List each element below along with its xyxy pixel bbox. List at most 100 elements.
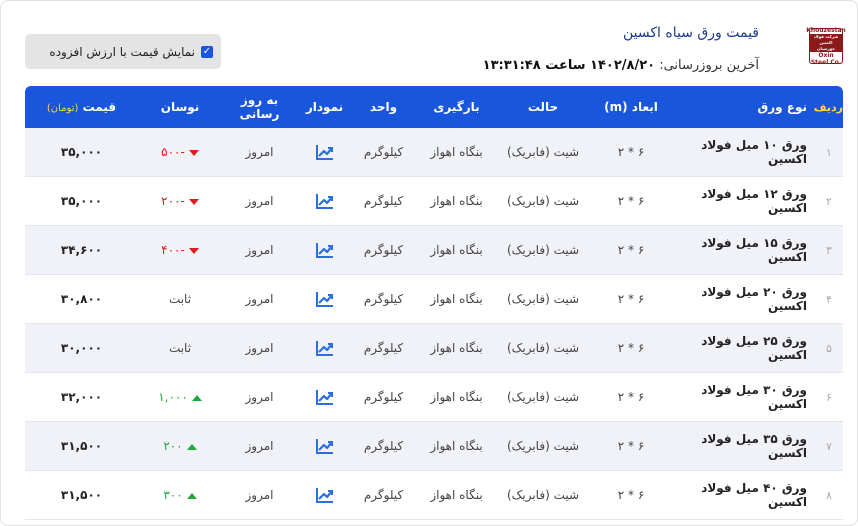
row-type[interactable]: ورق ۳۵ میل فولاد اکسین	[674, 432, 815, 460]
row-chart[interactable]	[297, 192, 352, 210]
row-state: شیت (فابریک)	[506, 488, 580, 502]
triangle-up-icon	[191, 394, 202, 401]
row-chart[interactable]	[297, 486, 352, 504]
row-type[interactable]: ورق ۱۲ میل فولاد اکسین	[674, 187, 815, 215]
row-change-value: ۲۰۰	[163, 439, 183, 453]
row-dimension: ۶ * ۲	[617, 488, 645, 502]
row-change-value: ۱,۰۰۰	[158, 390, 188, 404]
row-chart[interactable]	[297, 339, 352, 357]
row-update: امروز	[245, 488, 274, 502]
row-unit: کیلوگرم	[363, 145, 404, 159]
header-price-label: قیمت	[82, 100, 117, 114]
row-type[interactable]: ورق ۲۵ میل فولاد اکسین	[674, 334, 815, 362]
trend-chart-icon[interactable]	[315, 388, 335, 406]
row-loading: بنگاه اهواز	[430, 341, 483, 355]
row-price: ۳۵,۰۰۰	[60, 145, 103, 159]
trend-chart-icon[interactable]	[315, 192, 335, 210]
row-price: ۳۰,۰۰۰	[60, 341, 103, 355]
row-chart[interactable]	[297, 437, 352, 455]
header-change: نوسان	[160, 100, 200, 114]
row-dimension: ۶ * ۲	[617, 341, 645, 355]
row-update: امروز	[245, 145, 274, 159]
row-state: شیت (فابریک)	[506, 390, 580, 404]
header-price: قیمت (تومان)	[25, 100, 138, 114]
table-row: ۷ ورق ۳۵ میل فولاد اکسین ۶ * ۲ شیت (فابر…	[25, 422, 843, 471]
brand-logo: Khouzestan شرکت فولاد اکسین خوزستان Oxin…	[806, 26, 846, 66]
row-index: ۴	[826, 292, 832, 306]
row-price: ۳۱,۵۰۰	[60, 439, 103, 453]
table-row: ۳ ورق ۱۵ میل فولاد اکسین ۶ * ۲ شیت (فابر…	[25, 226, 843, 275]
row-change: -۵۰۰	[138, 145, 222, 159]
vat-toggle[interactable]: نمایش قیمت با ارزش افزوده ✓	[25, 34, 221, 69]
page-title: قیمت ورق سیاه اکسین	[623, 25, 759, 41]
row-price: ۳۰,۸۰۰	[60, 292, 103, 306]
trend-chart-icon[interactable]	[315, 290, 335, 308]
row-change-value: ثابت	[168, 292, 192, 306]
trend-chart-icon[interactable]	[315, 143, 335, 161]
header-unit: واحد	[369, 100, 398, 114]
row-loading: بنگاه اهواز	[430, 390, 483, 404]
row-index: ۷	[826, 439, 832, 453]
trend-chart-icon[interactable]	[315, 339, 335, 357]
row-loading: بنگاه اهواز	[430, 243, 483, 257]
row-chart[interactable]	[297, 143, 352, 161]
row-loading: بنگاه اهواز	[430, 194, 483, 208]
row-state: شیت (فابریک)	[506, 243, 580, 257]
triangle-down-icon	[188, 149, 199, 156]
row-type[interactable]: ورق ۲۰ میل فولاد اکسین	[674, 285, 815, 313]
trend-chart-icon[interactable]	[315, 437, 335, 455]
row-update: امروز	[245, 243, 274, 257]
row-dimension: ۶ * ۲	[617, 390, 645, 404]
price-card: Khouzestan شرکت فولاد اکسین خوزستان Oxin…	[0, 0, 858, 526]
triangle-down-icon	[188, 247, 199, 254]
row-chart[interactable]	[297, 290, 352, 308]
row-change: -۲۰۰	[138, 194, 222, 208]
table-row: ۱ ورق ۱۰ میل فولاد اکسین ۶ * ۲ شیت (فابر…	[25, 128, 843, 177]
row-unit: کیلوگرم	[363, 439, 404, 453]
row-state: شیت (فابریک)	[506, 194, 580, 208]
row-state: شیت (فابریک)	[506, 145, 580, 159]
row-update: امروز	[245, 292, 274, 306]
row-type[interactable]: ورق ۳۰ میل فولاد اکسین	[674, 383, 815, 411]
row-chart[interactable]	[297, 388, 352, 406]
table-row: ۴ ورق ۲۰ میل فولاد اکسین ۶ * ۲ شیت (فابر…	[25, 275, 843, 324]
row-change: -۴۰۰	[138, 243, 222, 257]
row-change: ۲۰۰	[138, 439, 222, 453]
row-change: ۱,۰۰۰	[138, 390, 222, 404]
row-type[interactable]: ورق ۱۵ میل فولاد اکسین	[674, 236, 815, 264]
table-row: ۸ ورق ۴۰ میل فولاد اکسین ۶ * ۲ شیت (فابر…	[25, 471, 843, 520]
trend-chart-icon[interactable]	[315, 241, 335, 259]
row-index: ۱	[826, 145, 832, 159]
trend-chart-icon[interactable]	[315, 486, 335, 504]
triangle-up-icon	[186, 443, 197, 450]
row-loading: بنگاه اهواز	[430, 439, 483, 453]
row-unit: کیلوگرم	[363, 390, 404, 404]
triangle-down-icon	[188, 198, 199, 205]
checkbox-checked-icon[interactable]: ✓	[201, 45, 213, 58]
row-change-value: -۴۰۰	[161, 243, 185, 257]
header-index: ردیف	[813, 100, 843, 114]
row-unit: کیلوگرم	[363, 488, 404, 502]
row-dimension: ۶ * ۲	[617, 243, 645, 257]
row-loading: بنگاه اهواز	[430, 488, 483, 502]
row-dimension: ۶ * ۲	[617, 439, 645, 453]
row-type[interactable]: ورق ۴۰ میل فولاد اکسین	[674, 481, 815, 509]
header-update: به روز رسانی	[239, 93, 280, 121]
row-price: ۳۲,۰۰۰	[60, 390, 103, 404]
logo-bottom-text: Oxin Steel Co.	[810, 51, 842, 66]
last-update: آخرین بروزرسانی: ۱۴۰۲/۸/۲۰ ساعت ۱۳:۳۱:۴۸	[483, 58, 759, 73]
logo-top-text: Khouzestan	[806, 26, 846, 34]
row-type[interactable]: ورق ۱۰ میل فولاد اکسین	[674, 138, 815, 166]
row-dimension: ۶ * ۲	[617, 194, 645, 208]
row-change-value: -۲۰۰	[161, 194, 185, 208]
row-state: شیت (فابریک)	[506, 341, 580, 355]
row-unit: کیلوگرم	[363, 341, 404, 355]
row-change-value: -۵۰۰	[161, 145, 185, 159]
last-update-label: آخرین بروزرسانی:	[659, 58, 759, 73]
header-chart: نمودار	[305, 100, 344, 114]
row-price: ۳۴,۶۰۰	[60, 243, 103, 257]
row-chart[interactable]	[297, 241, 352, 259]
header-dimension: ابعاد (m)	[604, 100, 658, 114]
row-unit: کیلوگرم	[363, 243, 404, 257]
table-row: ۵ ورق ۲۵ میل فولاد اکسین ۶ * ۲ شیت (فابر…	[25, 324, 843, 373]
